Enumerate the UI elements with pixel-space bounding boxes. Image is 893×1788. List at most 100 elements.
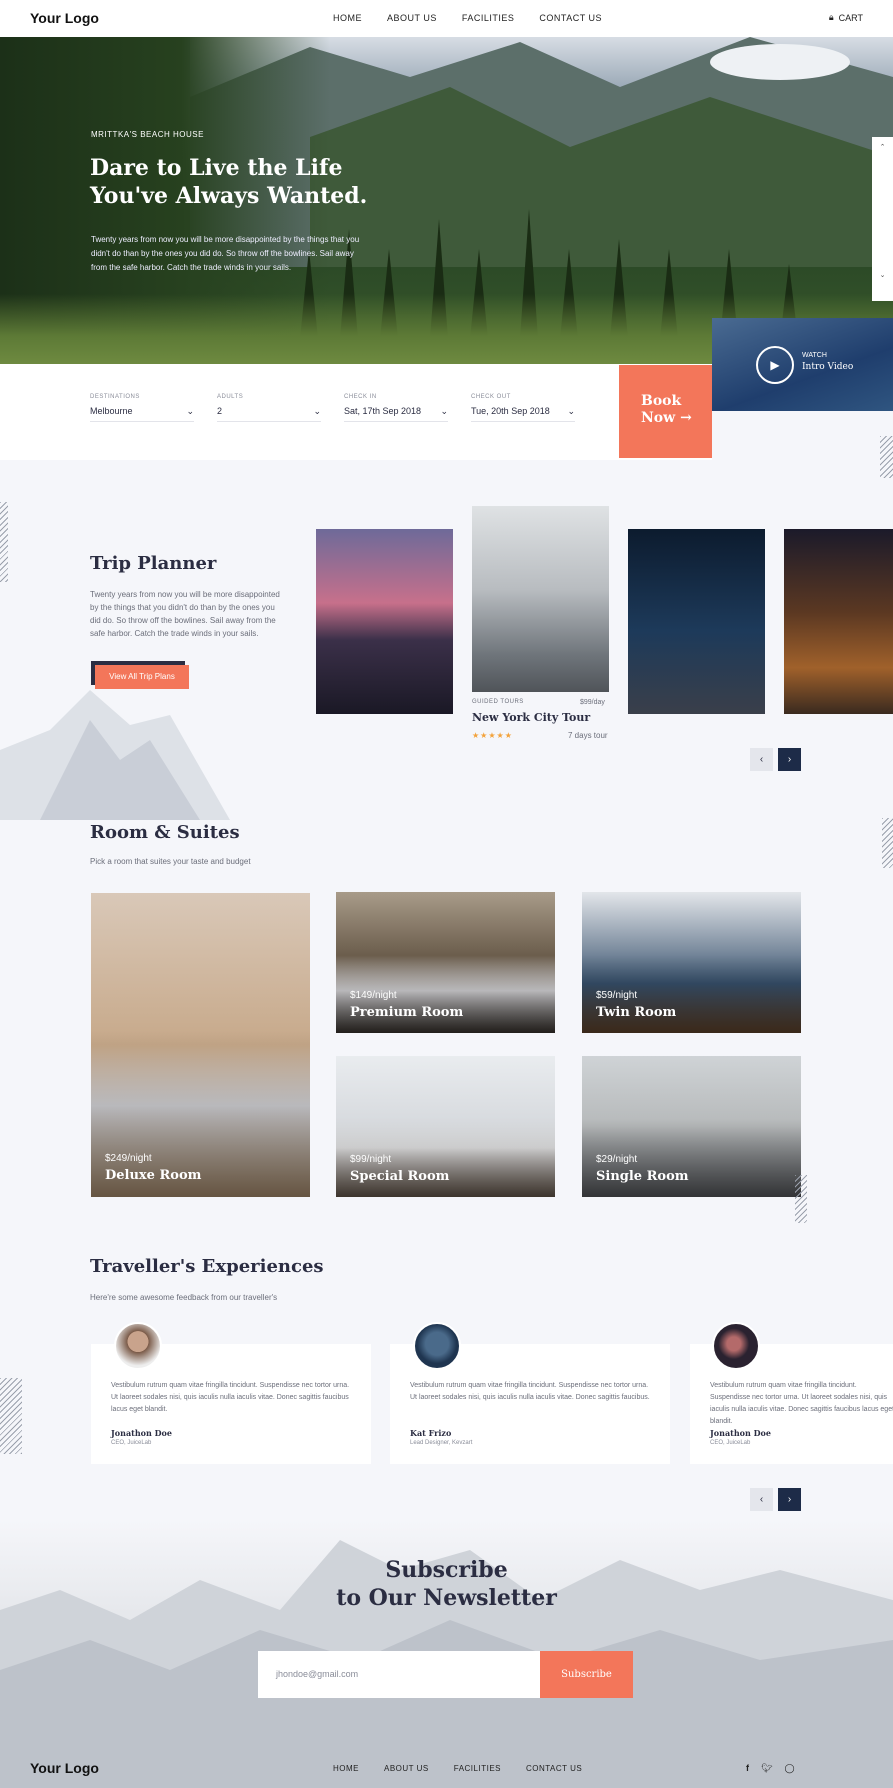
footer-nav: HOME ABOUT US FACILITIES CONTACT US <box>333 1764 582 1773</box>
play-icon[interactable]: ▶ <box>756 346 794 384</box>
check-out-value: Tue, 20th Sep 2018 <box>471 406 550 416</box>
trips-prev-button[interactable]: ‹ <box>750 748 773 771</box>
rooms-title: Room & Suites <box>90 822 240 843</box>
testimonial-name: Jonathon Doe <box>710 1428 771 1438</box>
testimonials-prev-button[interactable]: ‹ <box>750 1488 773 1511</box>
chevron-down-icon: ⌄ <box>879 272 886 279</box>
destination-value: Melbourne <box>90 406 133 416</box>
check-in-label: CHECK IN <box>344 394 377 400</box>
hero-title: Dare to Live the Life You've Always Want… <box>90 154 390 210</box>
testimonial-text: Vestibulum rutrum quam vitae fringilla t… <box>410 1382 650 1401</box>
book-now-button[interactable]: Book Now → <box>619 365 712 458</box>
check-in-value: Sat, 17th Sep 2018 <box>344 406 422 416</box>
room-card-twin[interactable]: $59/night Twin Room <box>582 892 801 1033</box>
avatar <box>114 1322 162 1370</box>
twitter-icon[interactable]: 🐦︎ <box>761 1763 772 1774</box>
lock-icon: 🔒︎ <box>828 12 834 22</box>
testimonial-role: CEO, JuiceLab <box>111 1440 152 1446</box>
testimonials-next-button[interactable]: › <box>778 1488 801 1511</box>
chevron-up-icon: ⌃ <box>879 144 886 151</box>
adults-select[interactable]: ADULTS 2 ⌄ <box>217 394 321 422</box>
cart-link[interactable]: 🔒︎ CART <box>829 12 863 23</box>
rooms-subtitle: Pick a room that suites your taste and b… <box>90 857 251 866</box>
instagram-icon[interactable]: ◯ <box>784 1763 794 1774</box>
check-out-label: CHECK OUT <box>471 394 511 400</box>
cart-label: CART <box>838 12 863 23</box>
avatar <box>712 1322 760 1370</box>
logo[interactable]: Your Logo <box>30 10 99 26</box>
room-price: $149/night <box>350 990 397 1001</box>
trip-card-image-moscow[interactable] <box>628 529 765 714</box>
room-card-single[interactable]: $29/night Single Room <box>582 1056 801 1197</box>
arrow-right-icon: → <box>680 410 692 426</box>
destination-label: DESTINATIONS <box>90 394 140 400</box>
room-name: Special Room <box>350 1169 450 1184</box>
chevron-down-icon: ⌄ <box>313 406 321 416</box>
room-name: Deluxe Room <box>105 1168 202 1183</box>
trip-card-price: $99/day <box>580 699 605 706</box>
trip-planner-text: Twenty years from now you will be more d… <box>90 590 280 638</box>
adults-value: 2 <box>217 406 223 416</box>
testimonial-role: CEO, JuiceLab <box>710 1440 751 1446</box>
nav-about-us[interactable]: ABOUT US <box>387 13 437 23</box>
testimonial-role: Lead Designer, Kevzart <box>410 1440 473 1446</box>
chevron-down-icon: ⌄ <box>440 406 448 416</box>
trip-card-image-new-york[interactable] <box>472 506 609 692</box>
hero-text: Twenty years from now you will be more d… <box>91 235 360 272</box>
chevron-down-icon: ⌄ <box>186 406 194 416</box>
footer-nav-contact-us[interactable]: CONTACT US <box>526 1764 582 1773</box>
hero-title-line1: Dare to Live the Life <box>90 155 343 181</box>
footer-nav-about-us[interactable]: ABOUT US <box>384 1764 429 1773</box>
experiences-subtitle: Here're some awesome feedback from our t… <box>90 1293 278 1302</box>
decor-hatch <box>882 818 893 868</box>
room-name: Twin Room <box>596 1005 677 1020</box>
room-card-special[interactable]: $99/night Special Room <box>336 1056 555 1197</box>
adults-label: ADULTS <box>217 394 244 400</box>
trip-card-image-city-river[interactable] <box>316 529 453 714</box>
room-card-deluxe[interactable]: $249/night Deluxe Room <box>91 893 310 1197</box>
room-price: $99/night <box>350 1154 392 1165</box>
nav-home[interactable]: HOME <box>333 13 362 23</box>
room-price: $29/night <box>596 1154 638 1165</box>
footer-nav-facilities[interactable]: FACILITIES <box>454 1764 501 1773</box>
trip-card-tag: GUIDED TOURS <box>472 699 524 705</box>
hero-banner: MRITTKA'S BEACH HOUSE Dare to Live the L… <box>0 37 893 364</box>
decor-hatch <box>0 1378 22 1454</box>
trip-card-image-night-city[interactable] <box>784 529 893 714</box>
intro-video[interactable]: ▶ WATCH Intro Video <box>712 318 893 411</box>
room-price: $249/night <box>105 1153 152 1164</box>
destination-select[interactable]: DESTINATIONS Melbourne ⌄ <box>90 394 194 422</box>
booking-bar: DESTINATIONS Melbourne ⌄ ADULTS 2 ⌄ CHECK … <box>0 364 712 460</box>
room-name: Premium Room <box>350 1005 464 1020</box>
video-watch-label: WATCH <box>802 352 827 359</box>
testimonial-text: Vestibulum rutrum quam vitae fringilla t… <box>111 1382 350 1413</box>
testimonial-name: Kat Frizo <box>410 1428 452 1438</box>
scroll-indicator[interactable]: ⌃ ⌄ <box>872 137 893 301</box>
experiences-title: Traveller's Experiences <box>90 1256 324 1277</box>
decor-hatch <box>880 436 893 478</box>
mountain-decor <box>0 690 230 820</box>
decor-hatch <box>795 1175 807 1223</box>
trips-next-button[interactable]: › <box>778 748 801 771</box>
footer-nav-home[interactable]: HOME <box>333 1764 359 1773</box>
hero-kicker: MRITTKA'S BEACH HOUSE <box>91 130 204 139</box>
subscribe-button[interactable]: Subscribe <box>540 1651 633 1698</box>
nav-contact-us[interactable]: CONTACT US <box>539 13 602 23</box>
decor-hatch <box>0 502 8 582</box>
room-price: $59/night <box>596 990 638 1001</box>
nav-facilities[interactable]: FACILITIES <box>462 13 515 23</box>
facebook-icon[interactable]: f <box>746 1763 749 1774</box>
social-links: f 🐦︎ ◯ <box>746 1763 795 1774</box>
room-name: Single Room <box>596 1169 689 1184</box>
room-card-premium[interactable]: $149/night Premium Room <box>336 892 555 1033</box>
trip-card-duration: 7 days tour <box>568 731 608 740</box>
check-in-select[interactable]: CHECK IN Sat, 17th Sep 2018 ⌄ <box>344 394 448 422</box>
hero-title-line2: You've Always Wanted. <box>90 183 368 209</box>
check-out-select[interactable]: CHECK OUT Tue, 20th Sep 2018 ⌄ <box>471 394 575 422</box>
footer-logo[interactable]: Your Logo <box>30 1760 99 1776</box>
trip-card-name[interactable]: New York City Tour <box>472 711 590 724</box>
newsletter-email-input[interactable]: jhondoe@gmail.com <box>258 1651 540 1698</box>
testimonial-name: Jonathon Doe <box>111 1428 172 1438</box>
trip-planner-title: Trip Planner <box>90 553 217 574</box>
book-now-line2: Now <box>641 410 676 426</box>
